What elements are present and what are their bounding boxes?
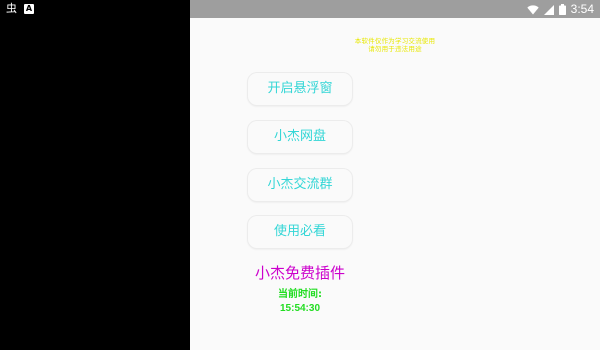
a-letter-icon: A bbox=[24, 4, 34, 14]
plugin-app-panel: 本软件仅作为学习交流使用 请勿用于违法用途 开启悬浮窗 小杰网盘 小杰交流群 使… bbox=[190, 18, 600, 350]
device-screen: 虫 A 3:54 本软件仅作为学习交流使用 请勿用于违法用途 开启悬浮窗 小杰网… bbox=[0, 0, 600, 350]
status-bar-right: 3:54 bbox=[190, 0, 600, 18]
bug-icon: 虫 bbox=[6, 2, 17, 15]
notice-line: 请勿用于违法用途 bbox=[368, 45, 422, 53]
current-time-label: 当前时间: bbox=[278, 289, 322, 300]
status-bar: 虫 A 3:54 bbox=[0, 0, 600, 18]
open-floating-window-button[interactable]: 开启悬浮窗 bbox=[248, 73, 352, 105]
status-bar-left: 虫 A bbox=[0, 0, 190, 18]
notice-text: 本软件仅作为学习交流使用 请勿用于违法用途 bbox=[190, 37, 600, 53]
notice-line: 本软件仅作为学习交流使用 bbox=[354, 37, 436, 45]
wifi-icon bbox=[526, 0, 539, 19]
plugin-title: 小杰免费插件 bbox=[254, 264, 345, 282]
xiaojie-chat-group-button[interactable]: 小杰交流群 bbox=[248, 169, 352, 201]
must-read-button[interactable]: 使用必看 bbox=[248, 216, 352, 248]
current-time-value: 15:54:30 bbox=[279, 303, 321, 314]
battery-icon bbox=[558, 0, 566, 19]
signal-icon bbox=[543, 0, 554, 19]
status-bar-time: 3:54 bbox=[570, 2, 594, 16]
xiaojie-cloud-drive-button[interactable]: 小杰网盘 bbox=[248, 121, 352, 153]
left-black-panel bbox=[0, 18, 190, 350]
